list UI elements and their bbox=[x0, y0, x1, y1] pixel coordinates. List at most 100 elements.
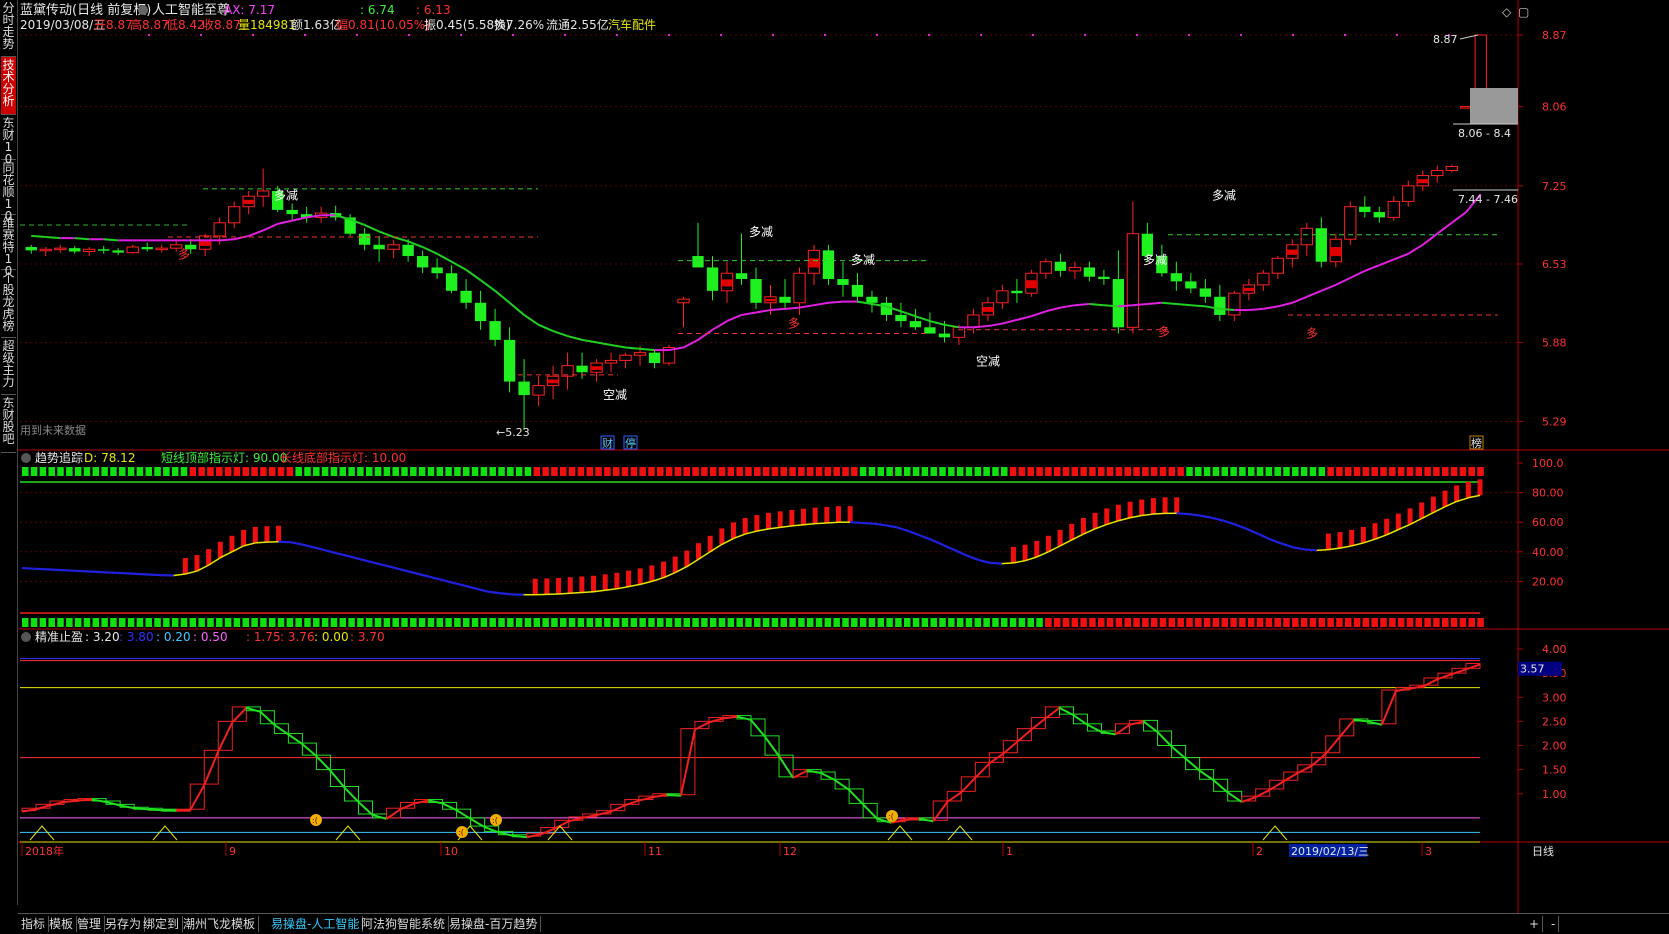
candle-body-up bbox=[1388, 201, 1399, 217]
d-segment bbox=[932, 540, 944, 545]
side-tab-1[interactable]: 技术分析 bbox=[1, 57, 16, 115]
quote-sector[interactable]: 汽车配件 bbox=[608, 17, 656, 32]
top-light bbox=[833, 467, 840, 476]
side-tab-0[interactable]: 分时走势 bbox=[1, 0, 16, 57]
bottom-light bbox=[1345, 618, 1352, 627]
bottom-light bbox=[833, 618, 840, 627]
stop-collapse-icon[interactable] bbox=[21, 632, 31, 642]
zoom-in-button[interactable]: + bbox=[1526, 916, 1543, 932]
top-light bbox=[190, 467, 197, 476]
candle-67 bbox=[997, 285, 1008, 309]
top-light bbox=[1442, 467, 1449, 476]
bottom-btn-1[interactable]: 模板 bbox=[46, 916, 77, 932]
top-dot bbox=[1344, 34, 1346, 36]
top-light bbox=[1398, 467, 1405, 476]
stop-tick-label: 4.00 bbox=[1542, 643, 1567, 656]
ax-segment bbox=[828, 302, 842, 303]
trend-bar bbox=[1361, 527, 1366, 543]
trend-bar bbox=[626, 571, 631, 587]
ax-segment bbox=[944, 325, 958, 327]
chart-canvas[interactable]: 8.878.067.256.535.885.29 多减多减多减多减多减空减空减多… bbox=[18, 0, 1669, 913]
bottom-btn-5[interactable]: 潮州飞龙模板 bbox=[180, 916, 259, 932]
side-tab-5[interactable]: 个股龙虎榜 bbox=[1, 270, 16, 338]
window-box-icon[interactable]: ▢ bbox=[1518, 5, 1529, 19]
top-light bbox=[128, 467, 135, 476]
buy-triangle-2 bbox=[336, 826, 360, 840]
stop-v2: : 3.80 bbox=[119, 630, 154, 644]
candle-body-down bbox=[287, 210, 298, 214]
candle-body-up bbox=[127, 247, 138, 253]
ax-segment bbox=[524, 315, 538, 325]
bottom-light bbox=[1477, 618, 1484, 627]
candle-86 bbox=[1272, 256, 1283, 279]
candle-27 bbox=[417, 250, 428, 273]
buy-triangle-0 bbox=[30, 826, 54, 840]
d-segment bbox=[325, 550, 337, 553]
bottom-btn-7[interactable]: 阿法狗智能系统 bbox=[358, 916, 449, 932]
bottom-light bbox=[1398, 618, 1405, 627]
bottom-btn-8[interactable]: 易操盘-百万趋势 bbox=[446, 916, 541, 932]
candle-body-up bbox=[968, 315, 979, 327]
top-light bbox=[1054, 467, 1061, 476]
period-label: 日线 bbox=[1532, 844, 1554, 858]
top-light bbox=[1407, 467, 1414, 476]
trend-bar bbox=[533, 579, 538, 595]
side-tab-4[interactable]: 维赛特10 bbox=[1, 215, 16, 270]
dropdown-icon[interactable] bbox=[138, 5, 148, 15]
trend-bar bbox=[591, 576, 596, 592]
side-tab-6[interactable]: 超级主力 bbox=[1, 338, 16, 395]
candle-body-up bbox=[1301, 228, 1312, 245]
side-tab-3[interactable]: 同花顺10 bbox=[1, 160, 16, 215]
top-light bbox=[913, 467, 920, 476]
top-light bbox=[878, 467, 885, 476]
stop-line bbox=[1101, 732, 1115, 734]
bottom-light bbox=[939, 618, 946, 627]
top-light bbox=[860, 467, 867, 476]
top-light bbox=[586, 467, 593, 476]
bottom-btn-2[interactable]: 管理 bbox=[74, 916, 105, 932]
bottom-light bbox=[207, 618, 214, 627]
bottom-light bbox=[454, 618, 461, 627]
top-light bbox=[1019, 467, 1025, 476]
bottom-light bbox=[225, 618, 232, 627]
trend-collapse-icon[interactable] bbox=[21, 453, 31, 463]
bottom-light bbox=[595, 618, 602, 627]
bottom-btn-6[interactable]: 易操盘-人工智能 bbox=[268, 916, 363, 932]
top-dot bbox=[1240, 34, 1242, 36]
trend-bar bbox=[731, 522, 736, 538]
bottom-btn-4[interactable]: 绑定到 bbox=[140, 916, 183, 932]
bottom-light bbox=[1027, 618, 1034, 627]
top-light bbox=[207, 467, 214, 476]
bottom-light bbox=[269, 618, 276, 627]
side-tab-7[interactable]: 东财股吧 bbox=[1, 395, 16, 453]
zoom-out-button[interactable]: - bbox=[1548, 916, 1559, 932]
candle-32 bbox=[489, 309, 500, 346]
top-light bbox=[40, 467, 47, 476]
bottom-light bbox=[851, 618, 858, 627]
diamond-icon[interactable]: ◇ bbox=[1502, 5, 1512, 19]
quote-amount: 额1.63亿 bbox=[291, 17, 342, 32]
d-segment bbox=[419, 574, 431, 577]
top-light bbox=[904, 467, 911, 476]
top-light bbox=[1354, 467, 1361, 476]
face-mouth: :( bbox=[458, 828, 464, 837]
top-light bbox=[410, 467, 417, 476]
stop-line bbox=[148, 809, 162, 810]
ax-segment bbox=[1321, 285, 1335, 291]
top-light bbox=[154, 467, 161, 476]
trend-tick-label: 60.00 bbox=[1532, 516, 1564, 529]
line2-value: : 6.13 bbox=[416, 3, 451, 17]
bottom-btn-3[interactable]: 另存为 bbox=[102, 916, 145, 932]
bottom-light bbox=[101, 618, 108, 627]
top-light bbox=[1151, 467, 1158, 476]
stop-line bbox=[1158, 732, 1172, 746]
trend-bar bbox=[801, 509, 806, 525]
trend-bar bbox=[1466, 482, 1471, 498]
bottom-btn-0[interactable]: 指标 bbox=[18, 916, 49, 932]
top-light bbox=[234, 467, 241, 476]
trend-bar bbox=[1046, 536, 1051, 552]
side-tab-2[interactable]: 东财10 bbox=[1, 115, 16, 160]
bottom-light bbox=[40, 618, 47, 627]
bottom-light bbox=[1266, 618, 1273, 627]
candle-76 bbox=[1127, 201, 1138, 333]
